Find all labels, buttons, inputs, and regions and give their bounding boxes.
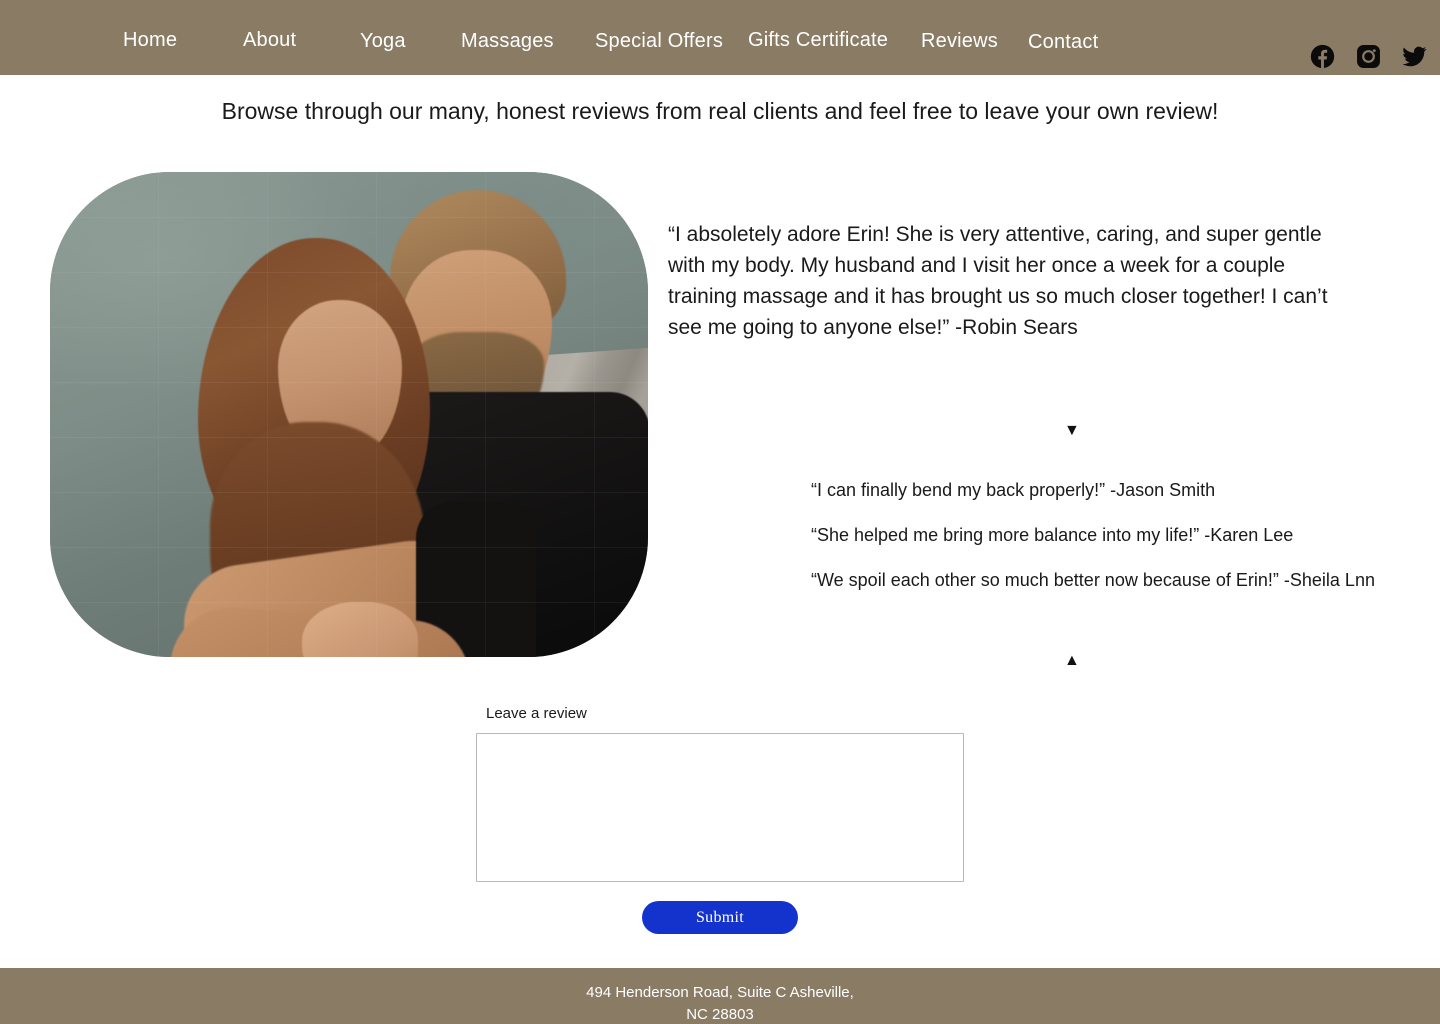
- twitter-icon[interactable]: [1402, 44, 1427, 69]
- reviews-page: Home About Yoga Massages Special Offers …: [0, 0, 1440, 1024]
- nav-item-contact[interactable]: Contact: [1028, 32, 1098, 52]
- nav-item-yoga[interactable]: Yoga: [360, 31, 406, 51]
- social-links: [1310, 44, 1427, 69]
- carousel-next-arrow-icon[interactable]: ▼: [1064, 423, 1080, 439]
- nav-item-gifts-certificate[interactable]: Gifts Certificate: [748, 30, 888, 50]
- nav-links: Home About Yoga Massages Special Offers …: [0, 0, 1180, 75]
- footer-address-line-1: 494 Henderson Road, Suite C Asheville,: [586, 984, 854, 1001]
- short-quotes-list: “I can finally bend my back properly!” -…: [811, 481, 1411, 589]
- leave-review-label: Leave a review: [486, 705, 587, 722]
- instagram-icon[interactable]: [1356, 44, 1381, 69]
- quote-item: “We spoil each other so much better now …: [811, 570, 1375, 590]
- site-navbar: Home About Yoga Massages Special Offers …: [0, 0, 1440, 75]
- photo-watermark: [50, 172, 648, 657]
- submit-button[interactable]: Submit: [642, 901, 798, 934]
- footer-address-line-2: NC 28803: [686, 1006, 754, 1023]
- leave-review-form: Leave a review: [476, 706, 964, 882]
- nav-item-about[interactable]: About: [243, 30, 296, 50]
- carousel-prev-arrow-icon[interactable]: ▲: [1064, 653, 1080, 669]
- quote-item: “I can finally bend my back properly!” -…: [811, 480, 1216, 500]
- facebook-icon[interactable]: [1310, 44, 1335, 69]
- quote-item: “She helped me bring more balance into m…: [811, 525, 1294, 545]
- page-intro-heading: Browse through our many, honest reviews …: [221, 98, 1219, 124]
- nav-item-massages[interactable]: Massages: [461, 31, 554, 51]
- couple-photo: [50, 172, 648, 657]
- site-footer: 494 Henderson Road, Suite C Asheville, N…: [0, 968, 1440, 1024]
- nav-item-special-offers[interactable]: Special Offers: [595, 31, 723, 51]
- featured-review-text: “I absoletely adore Erin! She is very at…: [668, 223, 1328, 339]
- nav-item-home[interactable]: Home: [123, 30, 177, 50]
- review-textarea[interactable]: [476, 733, 964, 882]
- nav-item-reviews[interactable]: Reviews: [921, 31, 998, 51]
